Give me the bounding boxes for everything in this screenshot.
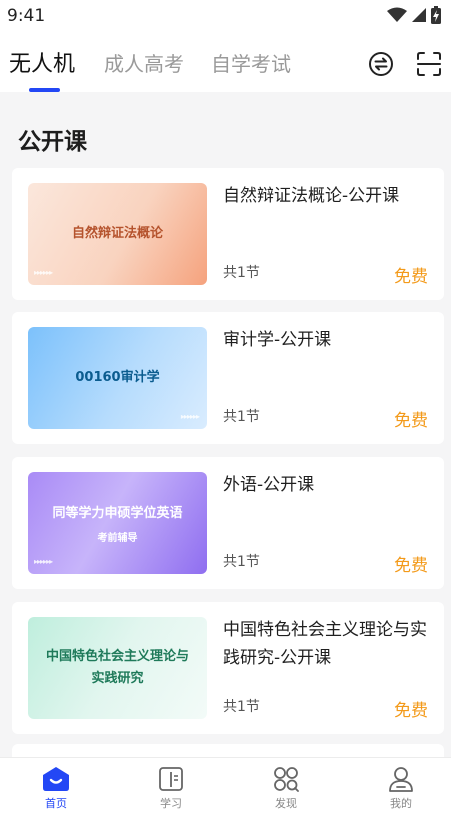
lesson-count: 共1节 bbox=[223, 409, 260, 425]
nav-profile-label: 我的 bbox=[390, 797, 412, 810]
thumbnail-arrows-icon: ▸▸▸▸▸▸ bbox=[180, 412, 200, 421]
scan-icon[interactable] bbox=[415, 50, 443, 78]
course-title: 中国特色社会主义理论与实践研究-公开课 bbox=[223, 620, 427, 668]
discover-icon bbox=[273, 765, 299, 793]
course-title: 审计学-公开课 bbox=[223, 330, 332, 350]
thumbnail-title: 中国特色社会主义理论与实践研究 bbox=[45, 649, 189, 686]
course-card[interactable]: 00160审计学 ▸▸▸▸▸▸ 审计学-公开课 共1节 免费 bbox=[12, 312, 444, 444]
status-bar: 9:41 bbox=[0, 0, 451, 34]
price-label: 免费 bbox=[394, 701, 428, 721]
bottom-nav: 首页 学习 发现 我的 bbox=[0, 757, 451, 822]
course-card[interactable]: 自然辩证法概论 ▸▸▸▸▸▸ 自然辩证法概论-公开课 共1节 免费 bbox=[12, 168, 444, 300]
price-label: 免费 bbox=[394, 556, 428, 576]
active-tab-indicator bbox=[29, 88, 60, 92]
switch-icon[interactable] bbox=[367, 50, 395, 78]
tab-self-study-exam[interactable]: 自学考试 bbox=[211, 48, 291, 77]
lesson-count: 共1节 bbox=[223, 554, 260, 570]
course-card[interactable]: 同等学力申硕学位英语 考前辅导 ▸▸▸▸▸▸ 外语-公开课 共1节 免费 bbox=[12, 457, 444, 589]
price-label: 免费 bbox=[394, 411, 428, 431]
user-icon bbox=[388, 765, 414, 793]
course-thumbnail: 中国特色社会主义理论与实践研究 bbox=[28, 617, 207, 719]
thumbnail-arrows-icon: ▸▸▸▸▸▸ bbox=[34, 557, 53, 566]
lesson-count: 共1节 bbox=[223, 699, 260, 715]
thumbnail-title: 自然辩证法概论 bbox=[71, 226, 163, 241]
course-thumbnail: 同等学力申硕学位英语 考前辅导 ▸▸▸▸▸▸ bbox=[28, 472, 207, 574]
nav-discover-label: 发现 bbox=[275, 797, 297, 810]
course-thumbnail: 自然辩证法概论 ▸▸▸▸▸▸ bbox=[28, 183, 207, 285]
nav-discover[interactable]: 发现 bbox=[230, 758, 342, 822]
top-area: 9:41 无人机 成人高考 自学考试 bbox=[0, 0, 451, 92]
status-icons bbox=[387, 6, 441, 24]
home-icon bbox=[42, 765, 70, 793]
section-title: 公开课 bbox=[18, 129, 87, 155]
thumbnail-subtitle: 考前辅导 bbox=[97, 532, 138, 544]
thumbnail-title: 00160审计学 bbox=[75, 370, 160, 385]
course-card[interactable]: 中国特色社会主义理论与实践研究 中国特色社会主义理论与实践研究-公开课 共1节 … bbox=[12, 602, 444, 734]
nav-study-label: 学习 bbox=[160, 797, 182, 810]
signal-icon bbox=[411, 7, 427, 23]
nav-profile[interactable]: 我的 bbox=[345, 758, 451, 822]
battery-icon bbox=[431, 6, 441, 24]
book-icon bbox=[158, 765, 184, 793]
thumbnail-title: 同等学力申硕学位英语 bbox=[52, 505, 183, 521]
price-label: 免费 bbox=[394, 267, 428, 287]
thumbnail-arrows-icon: ▸▸▸▸▸▸ bbox=[34, 268, 53, 277]
course-title: 外语-公开课 bbox=[223, 475, 315, 495]
course-title: 自然辩证法概论-公开课 bbox=[223, 186, 400, 206]
nav-home[interactable]: 首页 bbox=[0, 758, 112, 822]
wifi-icon bbox=[387, 7, 407, 23]
tab-drone[interactable]: 无人机 bbox=[9, 46, 75, 78]
nav-study[interactable]: 学习 bbox=[115, 758, 227, 822]
tab-adult-exam[interactable]: 成人高考 bbox=[104, 48, 184, 77]
lesson-count: 共1节 bbox=[223, 265, 260, 281]
course-thumbnail: 00160审计学 ▸▸▸▸▸▸ bbox=[28, 327, 207, 429]
status-time: 9:41 bbox=[7, 6, 46, 26]
category-tabs: 无人机 成人高考 自学考试 bbox=[0, 40, 451, 92]
nav-home-label: 首页 bbox=[45, 797, 67, 810]
